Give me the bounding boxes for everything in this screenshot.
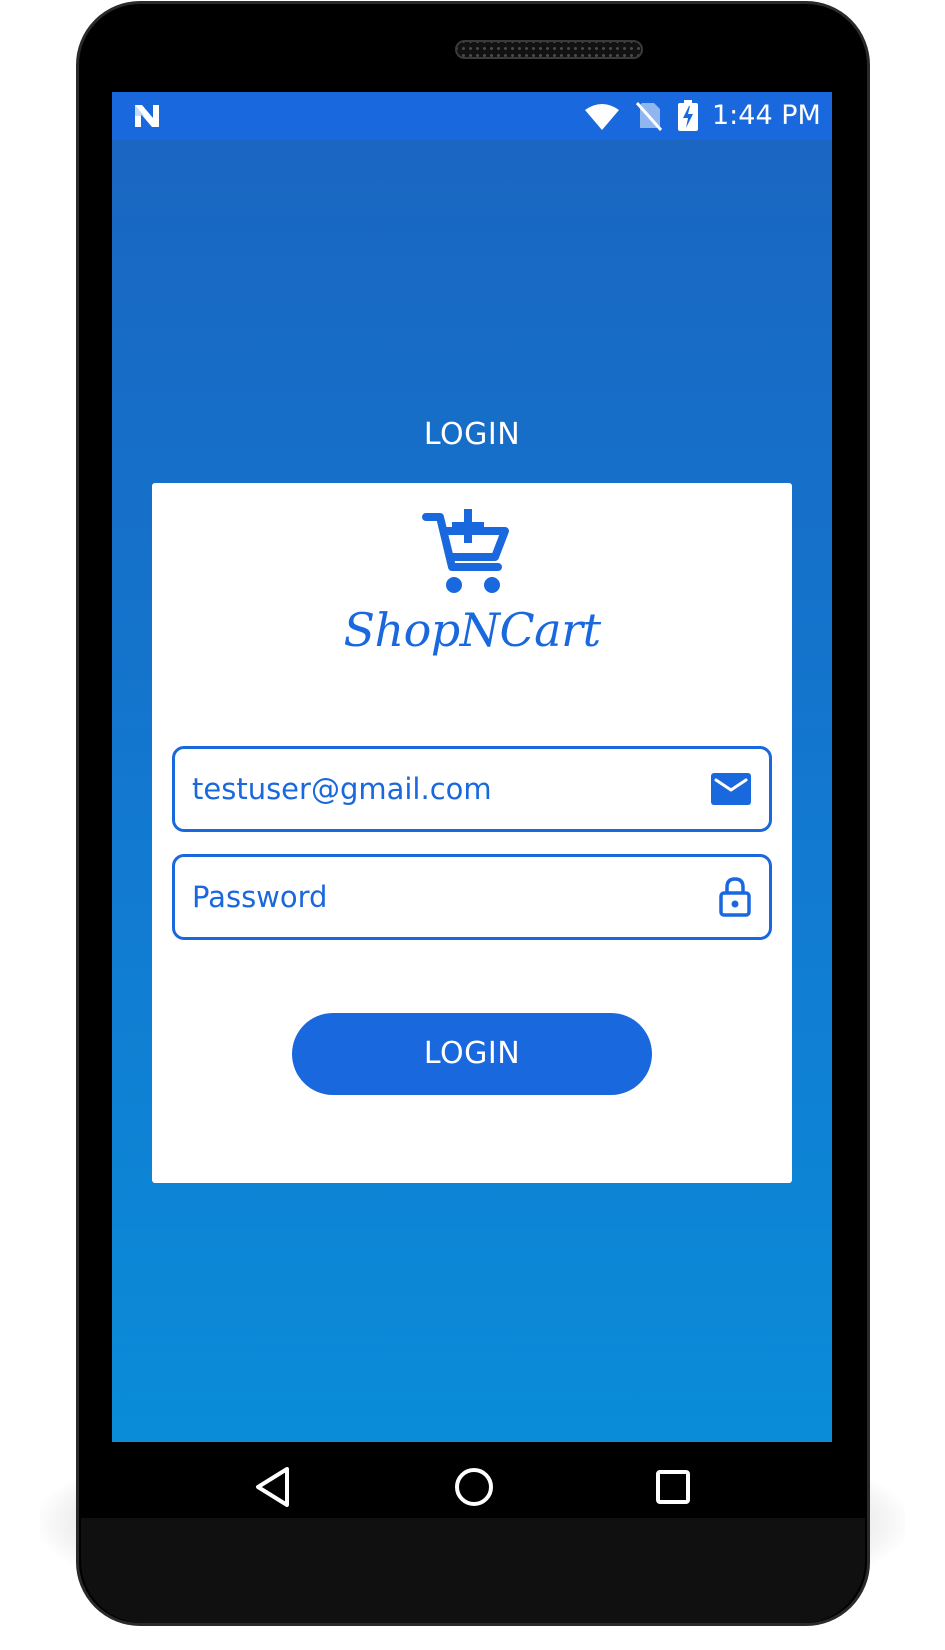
battery-charging-icon [678, 100, 698, 131]
status-bar: 1:44 PM [112, 92, 832, 140]
app-screen: 1:44 PM LOGIN ShopNCart testuser@gmail.c… [112, 92, 832, 1442]
wifi-icon [585, 104, 619, 130]
password-placeholder[interactable]: Password [192, 857, 327, 937]
cart-plus-icon [422, 509, 509, 593]
lock-icon [719, 877, 751, 917]
login-button[interactable]: LOGIN [292, 1013, 652, 1095]
brand-name: ShopNCart [343, 603, 601, 657]
page-title: LOGIN [423, 417, 521, 452]
no-sim-icon [636, 102, 662, 131]
recent-apps-icon[interactable] [655, 1469, 691, 1505]
email-value[interactable]: testuser@gmail.com [192, 749, 492, 829]
earpiece-speaker [455, 40, 643, 59]
envelope-icon [711, 773, 751, 805]
notification-n-icon [135, 105, 159, 127]
email-field[interactable]: testuser@gmail.com [172, 746, 772, 832]
password-field[interactable]: Password [172, 854, 772, 940]
navigation-bar [112, 1442, 832, 1542]
status-time: 1:44 PM [712, 100, 821, 131]
login-card: ShopNCart testuser@gmail.com Password LO… [152, 483, 792, 1183]
back-icon[interactable] [253, 1466, 293, 1508]
home-icon[interactable] [453, 1466, 495, 1508]
